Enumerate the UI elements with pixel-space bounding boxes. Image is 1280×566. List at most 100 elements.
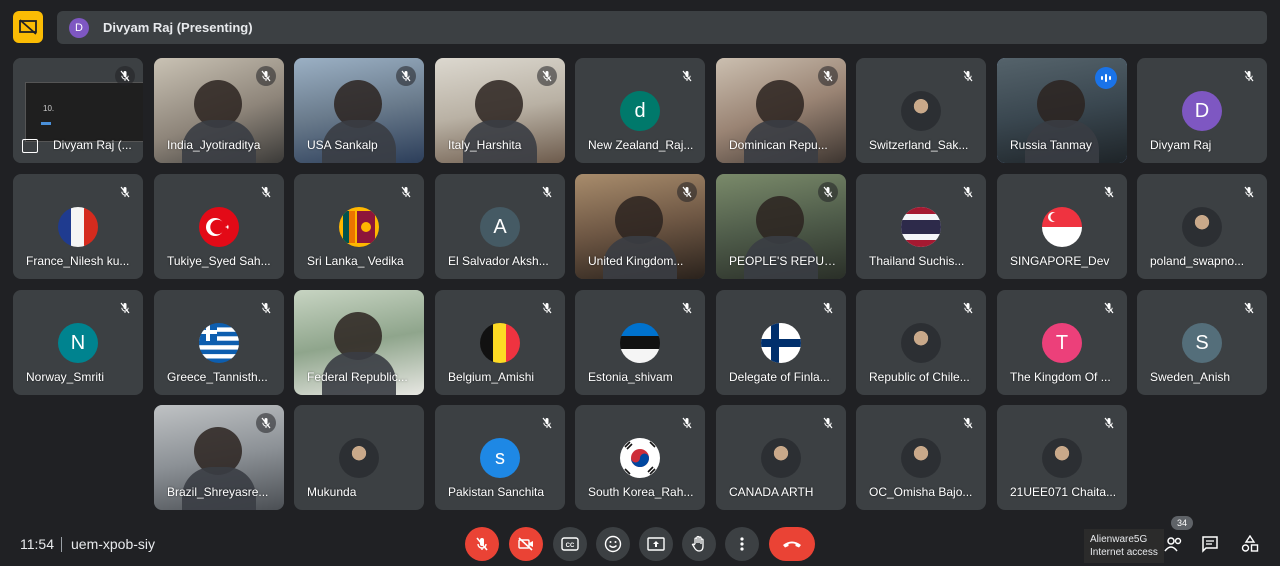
mic-muted-icon — [682, 302, 692, 314]
mic-muted-icon — [401, 186, 411, 198]
participant-name: The Kingdom Of ... — [1010, 370, 1111, 384]
camera-toggle-button[interactable] — [509, 527, 543, 561]
muted-indicator — [396, 66, 416, 86]
mic-muted-icon — [542, 186, 552, 198]
participant-tile[interactable]: Delegate of Finla... — [716, 290, 846, 395]
participant-name: Switzerland_Sak... — [869, 138, 969, 152]
participant-tile[interactable]: Tukiye_Syed Sah... — [154, 174, 284, 279]
participant-tile[interactable]: Russia Tanmay — [997, 58, 1127, 163]
participant-avatar: S — [1182, 323, 1222, 363]
participant-name: PEOPLE'S REPUB... — [729, 254, 841, 268]
participant-name: Norway_Smriti — [26, 370, 105, 384]
tooltip-network-name: Alienware5G — [1090, 534, 1148, 545]
participant-avatar-photo — [901, 91, 941, 131]
participant-tile[interactable]: Switzerland_Sak... — [856, 58, 986, 163]
presenter-avatar: D — [69, 17, 89, 38]
participant-tile[interactable]: Republic of Chile... — [856, 290, 986, 395]
participant-name: SINGAPORE_Dev — [1010, 254, 1110, 268]
participant-tile[interactable]: Belgium_Amishi — [435, 290, 565, 395]
activities-button[interactable] — [1239, 533, 1261, 555]
muted-indicator — [958, 298, 978, 318]
participant-tile[interactable]: South Korea_Rah... — [575, 405, 705, 510]
raise-hand-button[interactable] — [682, 527, 716, 561]
mic-muted-icon — [542, 417, 552, 429]
participant-tile[interactable]: Italy_Harshita — [435, 58, 565, 163]
participant-tile[interactable]: United Kingdom... — [575, 174, 705, 279]
raise-hand-icon — [691, 535, 704, 552]
flag-finland-icon — [761, 323, 801, 363]
present-screen-icon — [22, 139, 38, 153]
participant-tile[interactable]: d New Zealand_Raj... — [575, 58, 705, 163]
participant-name: Estonia_shivam — [588, 370, 673, 384]
participant-tile[interactable]: Greece_Tannisth... — [154, 290, 284, 395]
participant-tile[interactable]: OC_Omisha Bajo... — [856, 405, 986, 510]
participant-name: Russia Tanmay — [1010, 138, 1092, 152]
participant-name: CANADA ARTH — [729, 485, 814, 499]
mic-muted-icon — [823, 70, 833, 82]
participant-tile[interactable]: PEOPLE'S REPUB... — [716, 174, 846, 279]
mic-muted-icon — [682, 186, 692, 198]
presenter-initial: D — [75, 21, 83, 34]
muted-indicator — [537, 182, 557, 202]
participant-name: Mukunda — [307, 485, 357, 499]
participant-name: Divyam Raj — [1150, 138, 1212, 152]
more-options-icon — [740, 537, 744, 551]
flag-belgium-icon — [480, 323, 520, 363]
participant-tile[interactable]: Federal Republic... — [294, 290, 424, 395]
present-now-button[interactable] — [639, 527, 673, 561]
presenting-banner[interactable]: D Divyam Raj (Presenting) — [57, 11, 1267, 44]
participant-name: United Kingdom... — [588, 254, 684, 268]
mic-muted-icon — [542, 302, 552, 314]
participant-avatar-photo — [339, 438, 379, 478]
captions-button[interactable]: CC — [553, 527, 587, 561]
presentation-indicator-icon[interactable] — [13, 11, 43, 43]
more-options-button[interactable] — [725, 527, 759, 561]
meeting-code: uem-xpob-siy — [71, 536, 156, 552]
participant-avatar: s — [480, 438, 520, 478]
people-icon — [1164, 537, 1182, 552]
mic-toggle-button[interactable] — [465, 527, 499, 561]
participant-tile[interactable]: A El Salvador Aksh... — [435, 174, 565, 279]
mic-muted-icon — [823, 302, 833, 314]
presenting-text: Divyam Raj (Presenting) — [103, 20, 253, 35]
participant-tile[interactable]: 21UEE071 Chaita... — [997, 405, 1127, 510]
muted-indicator — [537, 298, 557, 318]
participant-tile[interactable]: India_Jyotiraditya — [154, 58, 284, 163]
participant-tile[interactable]: SINGAPORE_Dev — [997, 174, 1127, 279]
muted-indicator — [115, 298, 135, 318]
people-button[interactable] — [1163, 533, 1185, 555]
chat-button[interactable] — [1199, 533, 1221, 555]
participant-tile[interactable]: N Norway_Smriti — [13, 290, 143, 395]
participant-tile[interactable]: Dominican Repu... — [716, 58, 846, 163]
captions-icon: CC — [561, 537, 579, 551]
network-tooltip: Alienware5G Internet access — [1084, 529, 1164, 563]
muted-indicator — [1239, 66, 1259, 86]
mic-muted-icon — [401, 70, 411, 82]
participant-name: Dominican Repu... — [729, 138, 828, 152]
participant-tile[interactable]: T The Kingdom Of ... — [997, 290, 1127, 395]
participant-tile[interactable]: Sri Lanka_ Vedika — [294, 174, 424, 279]
participant-tile[interactable]: S Sweden_Anish — [1137, 290, 1267, 395]
mic-muted-icon — [1104, 417, 1114, 429]
participant-name: Italy_Harshita — [448, 138, 522, 152]
emoji-reactions-button[interactable] — [596, 527, 630, 561]
participant-tile[interactable]: D Divyam Raj — [1137, 58, 1267, 163]
participant-tile[interactable]: poland_swapno... — [1137, 174, 1267, 279]
participant-tile[interactable]: s Pakistan Sanchita — [435, 405, 565, 510]
muted-indicator — [677, 182, 697, 202]
muted-indicator — [537, 66, 557, 86]
participant-tile[interactable]: France_Nilesh ku... — [13, 174, 143, 279]
end-call-button[interactable] — [769, 527, 815, 561]
participant-tile[interactable]: Brazil_Shreyasre... — [154, 405, 284, 510]
participant-tile[interactable]: 10. Divyam Raj (... — [13, 58, 143, 163]
mic-muted-icon — [1244, 186, 1254, 198]
participant-tile[interactable]: Thailand Suchis... — [856, 174, 986, 279]
participant-tile[interactable]: CANADA ARTH — [716, 405, 846, 510]
participant-tile[interactable]: Estonia_shivam — [575, 290, 705, 395]
mic-muted-icon — [261, 70, 271, 82]
mic-muted-icon — [542, 70, 552, 82]
participant-tile[interactable]: Mukunda — [294, 405, 424, 510]
participant-count-badge: 34 — [1171, 516, 1193, 530]
participant-tile[interactable]: USA Sankalp — [294, 58, 424, 163]
participant-name: Greece_Tannisth... — [167, 370, 268, 384]
